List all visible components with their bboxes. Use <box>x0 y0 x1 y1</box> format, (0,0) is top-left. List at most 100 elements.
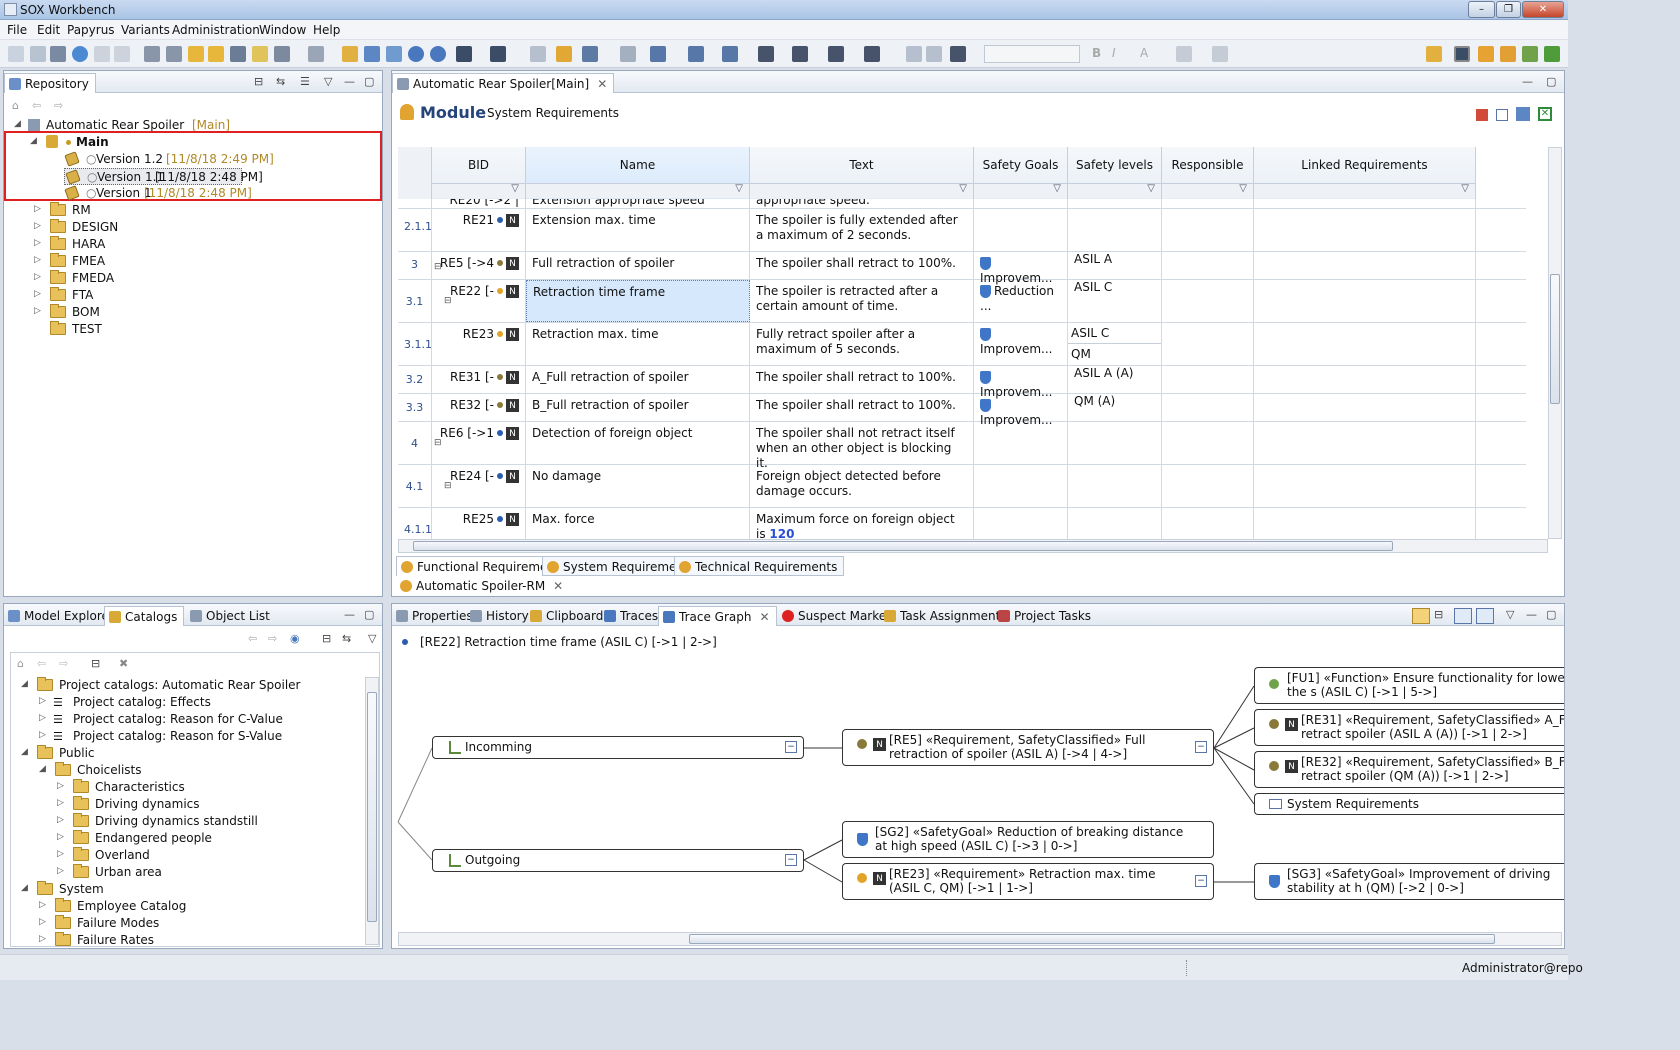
email-icon[interactable] <box>408 46 424 62</box>
maximize-view-icon[interactable]: ▢ <box>364 608 374 621</box>
save-icon[interactable] <box>30 46 46 62</box>
select-icon[interactable] <box>950 46 966 62</box>
fill-color-icon[interactable] <box>1176 46 1192 62</box>
collapse-node-icon[interactable]: − <box>1195 741 1207 753</box>
collapse-node-icon[interactable]: − <box>785 854 797 866</box>
structure-icon[interactable] <box>1522 46 1538 62</box>
collapse-arrow-icon[interactable]: ◢ <box>30 136 37 146</box>
tab-model-explorer[interactable]: Model Explorer <box>4 606 120 626</box>
tab-technical-requirements[interactable]: Technical Requirements <box>674 556 845 576</box>
table-row[interactable]: 3.3 RE32 [- N B_Full retraction of spoile… <box>398 394 1526 427</box>
trace-node-sg2[interactable]: [SG2] «SafetyGoal» Reduction of breaking… <box>842 821 1214 858</box>
align-icon[interactable] <box>758 46 774 62</box>
fit-width-icon[interactable] <box>864 46 880 62</box>
column-header-linked-requirements[interactable]: Linked Requirements <box>1254 147 1476 199</box>
print-icon[interactable] <box>50 46 66 62</box>
trace-node-system-requirements[interactable]: System Requirements <box>1254 793 1564 815</box>
trace-node-re31[interactable]: N [RE31] «Requirement, SafetyClassified»… <box>1254 709 1564 746</box>
bold-icon[interactable]: B <box>1092 46 1108 62</box>
vertical-scrollbar[interactable] <box>1548 147 1562 539</box>
grid-icon[interactable] <box>926 46 942 62</box>
minimize-view-icon[interactable]: — <box>344 75 355 88</box>
menu-papyrus[interactable]: Papyrus <box>67 23 115 37</box>
remove-filter-icon[interactable] <box>1476 109 1488 121</box>
nav-forward-icon[interactable]: ⇨ <box>54 99 63 112</box>
trace-node-re32[interactable]: N [RE32] «Requirement, SafetyClassified»… <box>1254 751 1564 788</box>
layout-icon[interactable] <box>688 46 704 62</box>
tab-object-list[interactable]: Object List <box>186 606 276 626</box>
nav-forward-icon[interactable]: ⇨ <box>59 657 68 670</box>
table-view-icon[interactable] <box>1516 107 1530 121</box>
indent-icon[interactable] <box>144 46 160 62</box>
collapse-icon[interactable] <box>1496 109 1508 121</box>
table-icon[interactable] <box>364 46 380 62</box>
font-size-select[interactable] <box>984 45 1080 63</box>
minimize-view-icon[interactable]: — <box>344 608 355 621</box>
menu-help[interactable]: Help <box>313 23 340 37</box>
table-row[interactable]: 4.1 ⊟ RE24 [- N No damage Foreign object d… <box>398 465 1526 508</box>
column-header-text[interactable]: Text <box>750 147 974 199</box>
copy-icon[interactable] <box>530 46 546 62</box>
collapse-all-icon[interactable]: ⊟ <box>254 75 263 88</box>
columns-icon[interactable]: ☰ <box>300 75 310 88</box>
tab-repository[interactable]: Repository <box>4 73 96 93</box>
collapse-all-icon[interactable]: ⊟ <box>322 632 331 645</box>
forward-icon[interactable] <box>208 46 224 62</box>
trace-node-fu1[interactable]: [FU1] «Function» Ensure functionality fo… <box>1254 667 1564 704</box>
outdent-icon[interactable] <box>166 46 182 62</box>
link-icon[interactable] <box>230 46 246 62</box>
minimize-view-icon[interactable]: — <box>1522 75 1533 88</box>
maximize-view-icon[interactable]: ▢ <box>1546 75 1556 88</box>
collapse-node-icon[interactable]: − <box>1195 875 1207 887</box>
column-header-safety-levels[interactable]: Safety levels <box>1068 147 1162 199</box>
nav-forward-icon[interactable]: ⇨ <box>268 632 277 645</box>
table-row[interactable]: 2.1.1 RE21 N Extension max. time The spoi… <box>398 209 1526 252</box>
maximize-view-icon[interactable]: ▢ <box>364 75 374 88</box>
table-row[interactable]: 3.1.1 RE23 N Retraction max. time Fully r… <box>398 323 1526 366</box>
graph-icon[interactable] <box>650 46 666 62</box>
route-icon[interactable] <box>828 46 844 62</box>
import-icon[interactable] <box>386 46 402 62</box>
table-row[interactable]: 4 ⊟ RE6 [->1 N Detection of foreign object… <box>398 422 1526 470</box>
new-icon[interactable] <box>8 46 24 62</box>
arrow-right-icon[interactable] <box>582 46 598 62</box>
maximize-button[interactable]: ❐ <box>1496 1 1521 18</box>
menu-window[interactable]: Window <box>259 23 306 37</box>
menu-file[interactable]: File <box>7 23 27 37</box>
font-color-icon[interactable]: A <box>1140 46 1156 62</box>
scroll-thumb[interactable] <box>1550 274 1560 404</box>
refresh-icon[interactable] <box>72 46 88 62</box>
hierarchy-icon[interactable] <box>722 46 738 62</box>
column-header-name[interactable]: Name <box>526 147 750 199</box>
excel-icon[interactable]: ✕ <box>1538 107 1552 121</box>
horizontal-scrollbar[interactable] <box>398 932 1562 946</box>
line-color-icon[interactable] <box>1212 46 1228 62</box>
trace-node-re23[interactable]: N [RE23] «Requirement» Retraction max. t… <box>842 863 1214 900</box>
open-folder-icon[interactable] <box>342 46 358 62</box>
outgoing-node[interactable]: Outgoing − <box>432 849 804 872</box>
filter-icon[interactable] <box>1068 183 1161 198</box>
tree-icon[interactable] <box>1500 46 1516 62</box>
minimize-button[interactable]: – <box>1468 1 1495 18</box>
view-menu-icon[interactable]: ▽ <box>368 632 376 645</box>
edit-icon[interactable] <box>274 46 290 62</box>
tab-automatic-spoiler-rm[interactable]: Automatic Spoiler-RM ✕ <box>396 576 569 596</box>
close-button[interactable]: ✕ <box>1522 1 1564 18</box>
table-row[interactable]: 4.1.1 RE25 N Max. force Maximum force on … <box>398 508 1526 539</box>
filter-icon[interactable] <box>750 183 973 198</box>
back-icon[interactable] <box>188 46 204 62</box>
collapse-node-icon[interactable]: − <box>785 741 797 753</box>
menu-variants[interactable]: Variants <box>121 23 170 37</box>
sync-icon[interactable]: ◉ <box>290 632 300 645</box>
collapse-arrow-icon[interactable]: ◢ <box>14 119 21 129</box>
view-menu-icon[interactable]: ▽ <box>324 75 332 88</box>
table-row-selected[interactable]: 3.1 ⊟ RE22 [- N Retraction time frame The … <box>398 280 1526 323</box>
filter-icon[interactable] <box>1254 183 1475 198</box>
table-row[interactable]: RE20 [->2 | ... Extension appropriate sp… <box>398 199 1526 222</box>
vertical-scrollbar[interactable] <box>365 677 379 945</box>
filter-icon[interactable] <box>252 46 268 62</box>
filter-icon[interactable] <box>1162 183 1253 198</box>
perspective-icon[interactable] <box>1426 46 1442 62</box>
help-icon[interactable] <box>430 46 446 62</box>
link-editor-icon[interactable]: ⇆ <box>276 75 285 88</box>
